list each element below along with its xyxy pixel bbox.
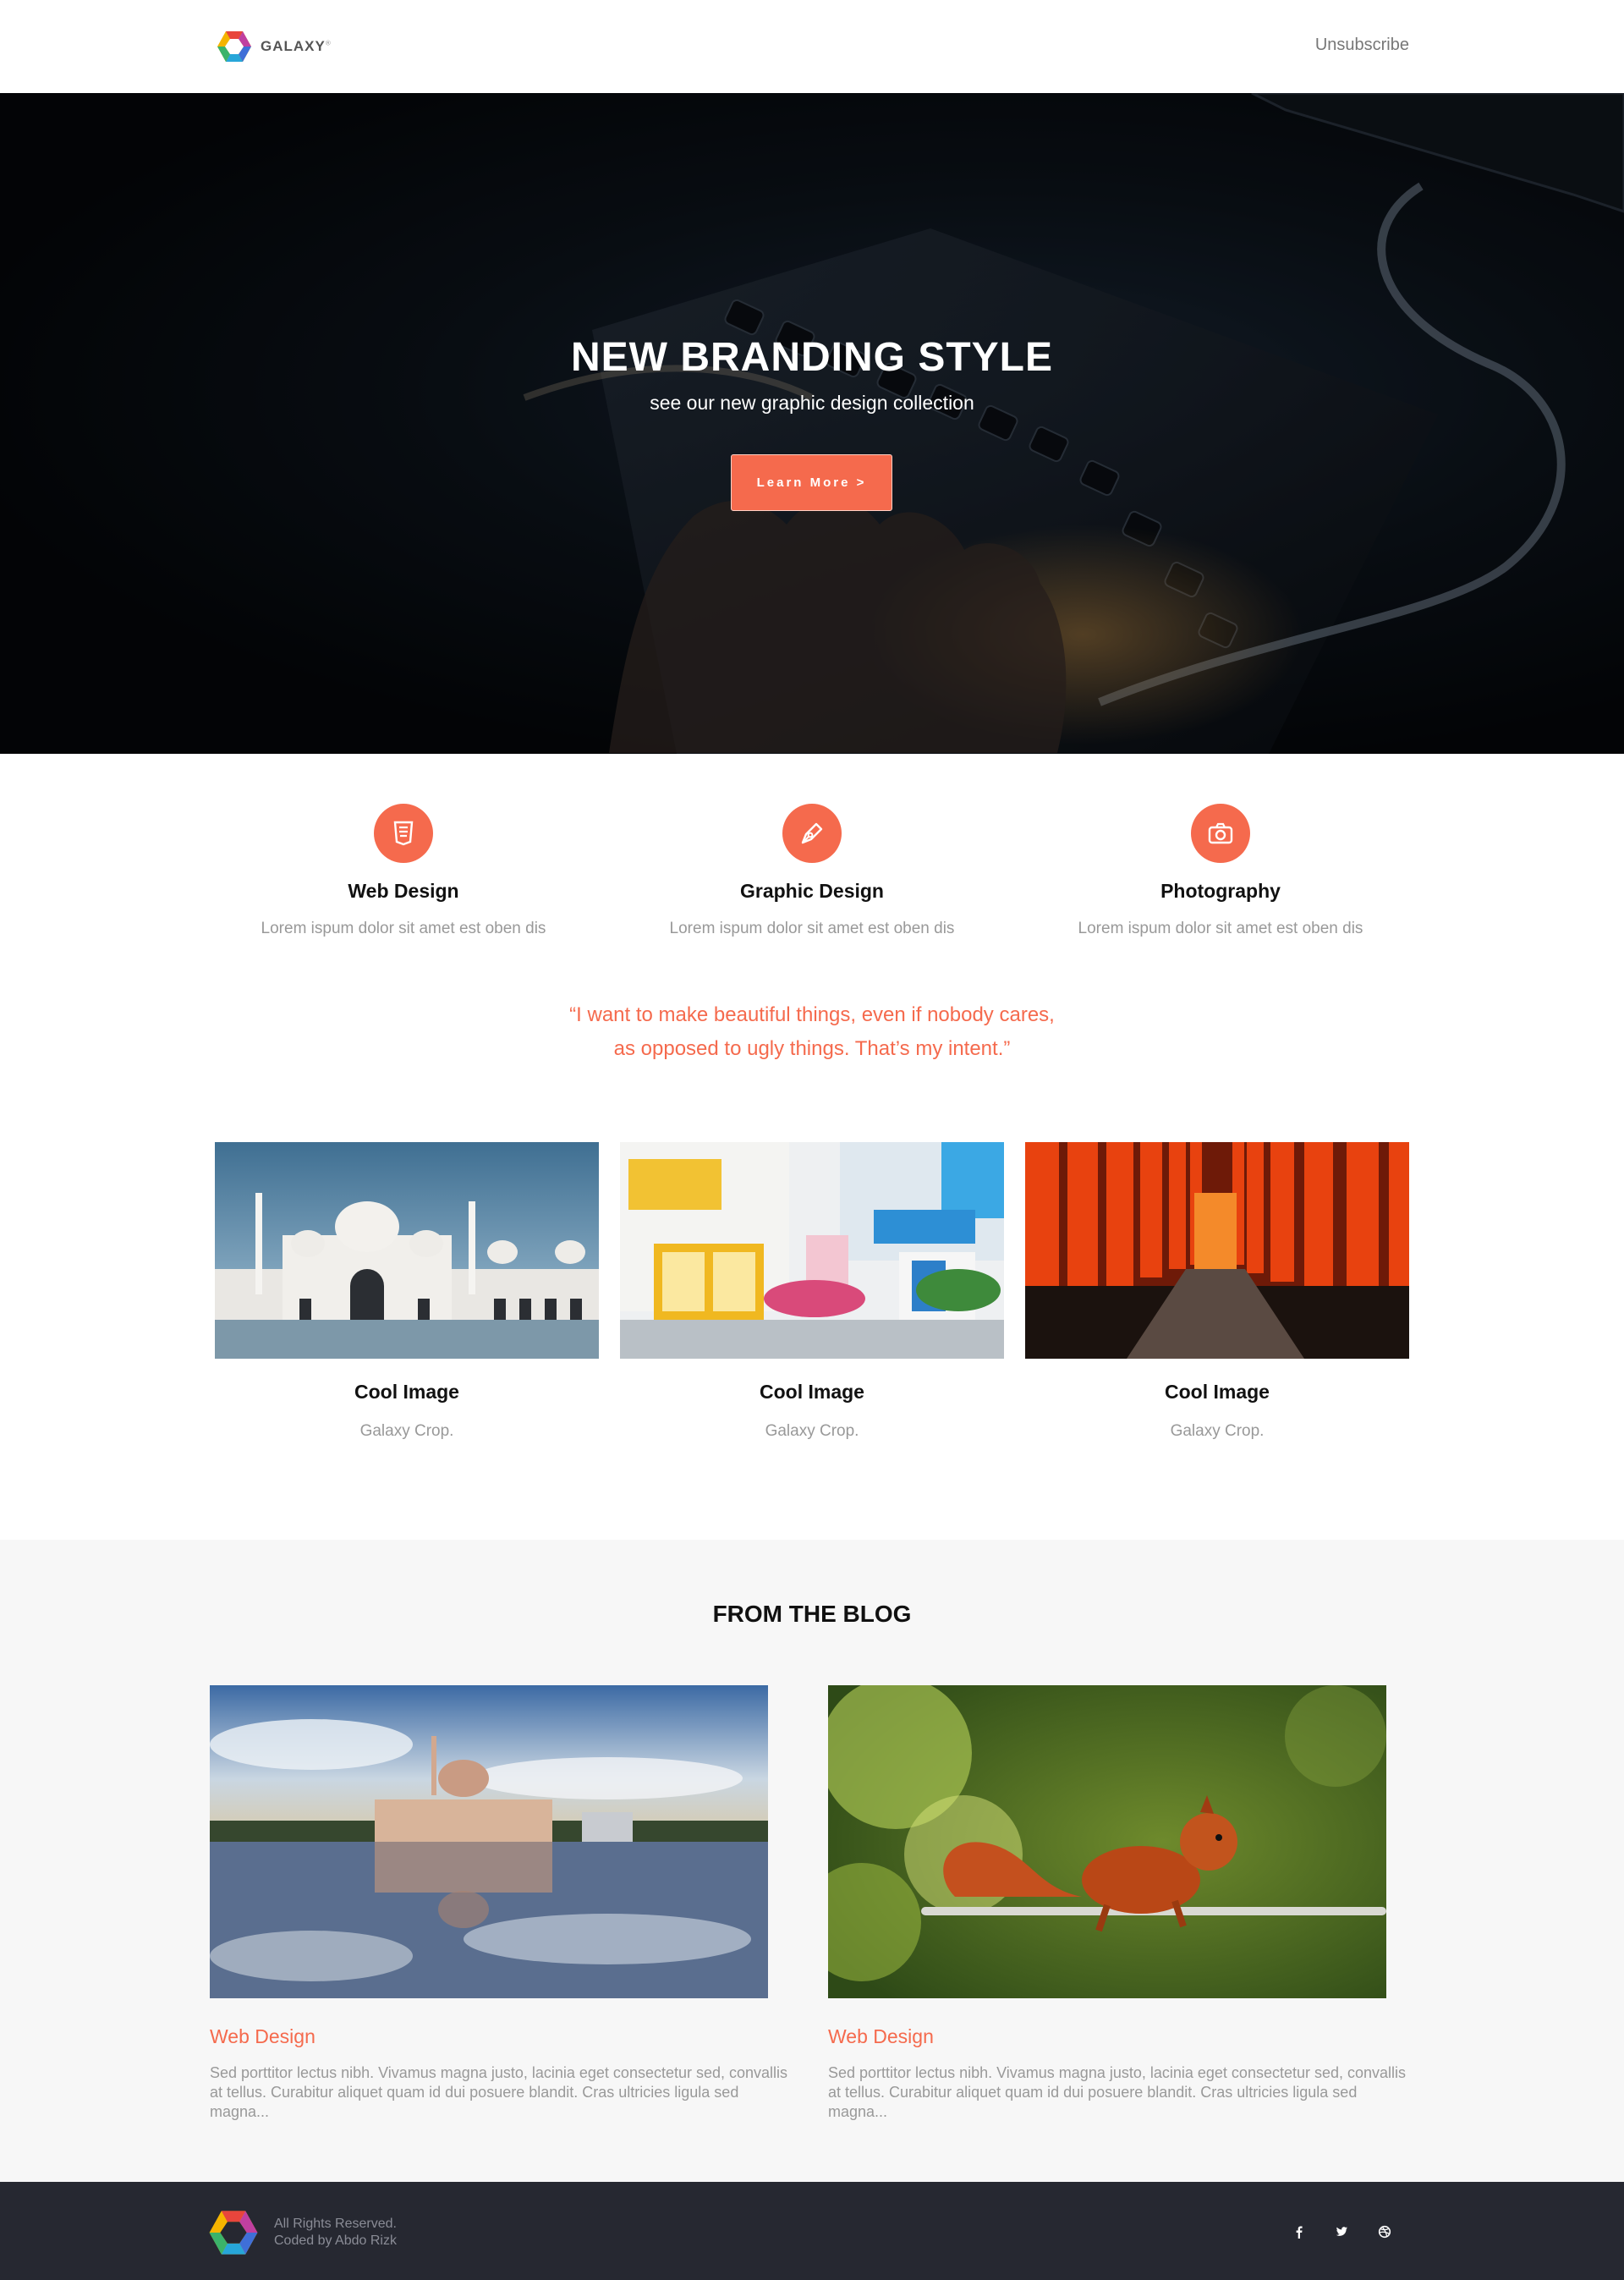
quote: “I want to make beautiful things, even i… [0, 998, 1624, 1066]
gallery-subtitle: Galaxy Crop. [765, 1422, 859, 1440]
gallery-image-street [620, 1142, 1004, 1359]
dribbble-icon[interactable] [1375, 2222, 1394, 2241]
service-photography: Photography Lorem ispum dolor sit amet e… [1034, 804, 1407, 938]
hero-background-image [0, 93, 1624, 754]
gallery-image-mosque [215, 1142, 599, 1359]
service-description: Lorem ispum dolor sit amet est oben dis [1078, 920, 1363, 937]
brand-logo[interactable]: GALAXY® [217, 30, 332, 63]
gallery-subtitle: Galaxy Crop. [1170, 1422, 1265, 1440]
gallery-subtitle: Galaxy Crop. [359, 1422, 454, 1440]
blog-post-category[interactable]: Web Design [210, 2025, 802, 2048]
blog-post[interactable]: Web Design Sed porttitor lectus nibh. Vi… [210, 1685, 802, 2122]
unsubscribe-link[interactable]: Unsubscribe [1315, 36, 1409, 55]
blog-image-mosque-lake [210, 1685, 768, 1998]
hero-banner: NEW BRANDING STYLE see our new graphic d… [0, 93, 1624, 754]
blog-heading: FROM THE BLOG [712, 1601, 912, 1627]
footer: All Rights Reserved. Coded by Abdo Rizk [0, 2182, 1624, 2280]
service-description: Lorem ispum dolor sit amet est oben dis [669, 920, 955, 937]
quote-line: as opposed to ugly things. That’s my int… [613, 1037, 1011, 1060]
service-icon-circle [374, 804, 433, 863]
twitter-icon[interactable] [1332, 2222, 1351, 2241]
hero-subtitle: see our new graphic design collection [650, 392, 974, 414]
galaxy-hexagon-icon [209, 2211, 258, 2255]
pen-nib-icon [801, 822, 823, 844]
blog-post-excerpt: Sed porttitor lectus nibh. Vivamus magna… [828, 2064, 1407, 2120]
service-description: Lorem ispum dolor sit amet est oben dis [261, 920, 546, 937]
hero-title: NEW BRANDING STYLE [571, 335, 1053, 380]
blog-post-excerpt: Sed porttitor lectus nibh. Vivamus magna… [210, 2064, 788, 2120]
service-title: Graphic Design [740, 880, 884, 902]
gallery-image-torii [1025, 1142, 1409, 1359]
rights-text: All Rights Reserved. [274, 2217, 397, 2231]
blog-post-category[interactable]: Web Design [828, 2025, 1420, 2048]
camera-icon [1208, 822, 1233, 844]
html5-icon [393, 821, 414, 846]
footer-text: All Rights Reserved. Coded by Abdo Rizk [274, 2216, 397, 2250]
email-page: GALAXY® Unsubscribe NEW BRANDING STYLE s… [0, 0, 1624, 2280]
header: GALAXY® Unsubscribe [0, 0, 1624, 93]
brand-name: GALAXY® [261, 38, 332, 54]
gallery-item[interactable]: Cool Image Galaxy Crop. [215, 1142, 599, 1441]
service-icon-circle [1191, 804, 1250, 863]
gallery-title: Cool Image [1165, 1381, 1270, 1403]
gallery-title: Cool Image [760, 1381, 864, 1403]
blog-section: FROM THE BLOG Web Design Sed porttitor l… [0, 1540, 1624, 2182]
blog-image-squirrel [828, 1685, 1386, 1998]
service-graphic-design: Graphic Design Lorem ispum dolor sit ame… [626, 804, 998, 938]
credit-text: Coded by Abdo Rizk [274, 2233, 397, 2248]
galaxy-hexagon-icon [217, 31, 251, 62]
facebook-icon[interactable] [1290, 2222, 1309, 2241]
gallery-item[interactable]: Cool Image Galaxy Crop. [1025, 1142, 1409, 1441]
gallery-item[interactable]: Cool Image Galaxy Crop. [620, 1142, 1004, 1441]
gallery-title: Cool Image [354, 1381, 459, 1403]
service-web-design: Web Design Lorem ispum dolor sit amet es… [217, 804, 590, 938]
service-title: Web Design [348, 880, 459, 902]
quote-line: “I want to make beautiful things, even i… [569, 1003, 1055, 1026]
learn-more-button[interactable]: Learn More > [731, 454, 892, 511]
blog-post[interactable]: Web Design Sed porttitor lectus nibh. Vi… [828, 1685, 1420, 2122]
service-icon-circle [782, 804, 842, 863]
service-title: Photography [1160, 880, 1281, 902]
